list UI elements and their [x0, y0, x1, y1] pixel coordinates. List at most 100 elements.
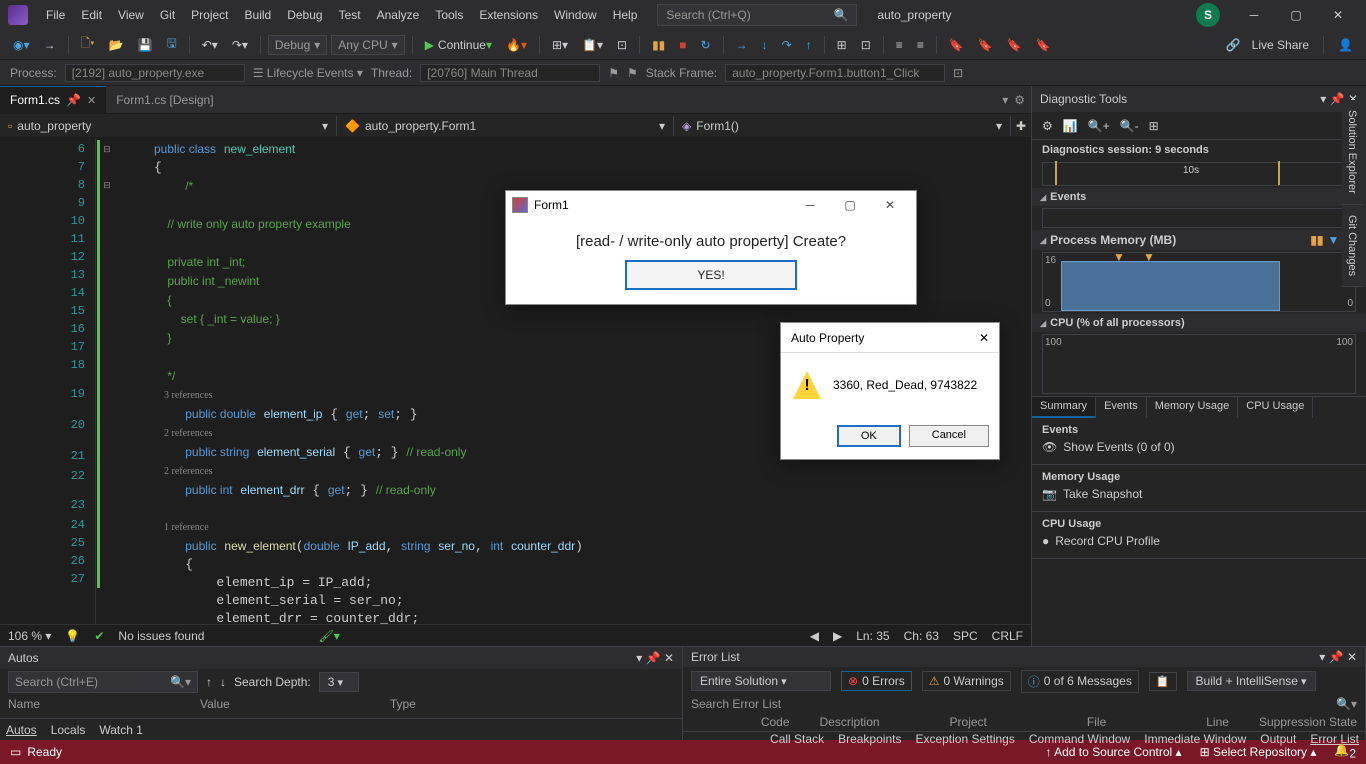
- add-source-control-button[interactable]: ↑ Add to Source Control ▴: [1045, 745, 1181, 759]
- menu-git[interactable]: Git: [152, 4, 183, 26]
- scope-dropdown[interactable]: Entire Solution ▾: [691, 671, 831, 691]
- watch1-tab[interactable]: Watch 1: [99, 723, 143, 737]
- redo-icon[interactable]: ↷▾: [227, 35, 253, 55]
- issues-text[interactable]: No issues found: [118, 629, 204, 643]
- nav-namespace[interactable]: ▫auto_property▾: [0, 116, 337, 136]
- menu-help[interactable]: Help: [605, 4, 646, 26]
- toolbar-icon-3[interactable]: ⊡: [612, 35, 632, 55]
- autos-tab[interactable]: Autos: [6, 723, 37, 737]
- autos-search-input[interactable]: Search (Ctrl+E)🔍▾: [8, 671, 198, 693]
- flag2-icon[interactable]: ⚑: [627, 66, 638, 80]
- reset-view-icon[interactable]: ⊞: [1149, 119, 1159, 133]
- menu-build[interactable]: Build: [237, 4, 280, 26]
- nav-method[interactable]: ◈Form1()▾: [674, 116, 1011, 136]
- form1-minimize-button[interactable]: ─: [790, 193, 830, 217]
- diag-tab-memory[interactable]: Memory Usage: [1147, 397, 1239, 418]
- thread-dropdown[interactable]: [20760] Main Thread: [420, 64, 600, 82]
- fold-icon[interactable]: ⊟: [100, 140, 114, 158]
- zoom-out-icon[interactable]: 🔍-: [1120, 119, 1139, 133]
- menu-file[interactable]: File: [38, 4, 73, 26]
- flag-icon[interactable]: ⚑: [608, 66, 619, 80]
- select-tools-icon[interactable]: 📊: [1063, 119, 1078, 133]
- continue-button[interactable]: ▶ Continue ▾: [420, 35, 497, 55]
- step-out-icon[interactable]: ↑: [801, 35, 817, 55]
- spc-indicator[interactable]: SPC: [953, 629, 978, 643]
- form1-yes-button[interactable]: YES!: [625, 260, 796, 290]
- user-avatar[interactable]: S: [1196, 3, 1220, 27]
- platform-dropdown[interactable]: Any CPU▾: [331, 35, 404, 55]
- zoom-in-icon[interactable]: 🔍+: [1088, 119, 1110, 133]
- tb-extra-1-icon[interactable]: ⊞: [832, 35, 852, 55]
- locals-tab[interactable]: Locals: [51, 723, 86, 737]
- db-extra-icon[interactable]: ⊡: [953, 66, 963, 80]
- stackframe-dropdown[interactable]: auto_property.Form1.button1_Click: [725, 64, 945, 82]
- brush-icon[interactable]: 🖌▾: [318, 629, 339, 643]
- messages-filter[interactable]: ⓘ0 of 6 Messages: [1021, 670, 1139, 693]
- toolbar-icon-2[interactable]: 📋▾: [577, 35, 608, 55]
- menu-debug[interactable]: Debug: [279, 4, 330, 26]
- config-dropdown[interactable]: Debug▾: [268, 35, 327, 55]
- warnings-filter[interactable]: ⚠0 Warnings: [922, 671, 1011, 691]
- tb-outdent-icon[interactable]: ≡: [912, 35, 929, 55]
- menu-window[interactable]: Window: [546, 4, 605, 26]
- menu-project[interactable]: Project: [183, 4, 236, 26]
- menu-view[interactable]: View: [110, 4, 152, 26]
- tab-gear-icon[interactable]: ⚙: [1014, 93, 1025, 107]
- undo-icon[interactable]: ↶▾: [197, 35, 223, 55]
- step-into-icon[interactable]: ↓: [757, 35, 773, 55]
- save-icon[interactable]: 💾: [133, 35, 158, 55]
- step-next-icon[interactable]: →: [731, 35, 753, 55]
- notifications-icon[interactable]: 🔔2: [1334, 743, 1356, 760]
- git-changes-tab[interactable]: Git Changes: [1342, 205, 1362, 287]
- pin-icon[interactable]: 📌: [1329, 650, 1344, 664]
- exception-tab[interactable]: Exception Settings: [915, 732, 1014, 746]
- dropdown-icon[interactable]: ▾: [1320, 92, 1326, 106]
- gear-icon[interactable]: ⚙: [1042, 119, 1053, 133]
- close-icon[interactable]: ✕: [664, 651, 674, 665]
- menu-tools[interactable]: Tools: [427, 4, 471, 26]
- diag-tab-cpu[interactable]: CPU Usage: [1238, 397, 1313, 418]
- diag-tab-events[interactable]: Events: [1096, 397, 1147, 418]
- new-item-icon[interactable]: 🗋▾: [76, 31, 100, 58]
- tab-form1-design[interactable]: Form1.cs [Design]: [106, 86, 223, 113]
- crlf-indicator[interactable]: CRLF: [992, 629, 1023, 643]
- build-dropdown[interactable]: Build + IntelliSense ▾: [1187, 671, 1316, 691]
- close-button[interactable]: ✕: [1318, 1, 1358, 29]
- hot-reload-icon[interactable]: 🔥▾: [501, 35, 532, 55]
- tb-bm3-icon[interactable]: 🔖: [1002, 35, 1027, 55]
- zoom-dropdown[interactable]: 106 % ▾: [8, 629, 51, 643]
- tb-bookmark-icon[interactable]: 🔖: [944, 35, 969, 55]
- stop-icon[interactable]: ■: [674, 35, 691, 55]
- fold-icon[interactable]: ⊟: [100, 176, 114, 194]
- process-dropdown[interactable]: [2192] auto_property.exe: [65, 64, 245, 82]
- step-over-icon[interactable]: ↷: [777, 35, 797, 55]
- back-nav-icon[interactable]: ◉▾: [8, 35, 35, 55]
- build-filter-icon[interactable]: 📋: [1149, 672, 1177, 691]
- open-icon[interactable]: 📂: [104, 35, 129, 55]
- nav-class[interactable]: 🔶auto_property.Form1▾: [337, 116, 674, 136]
- form1-titlebar[interactable]: Form1 ─ ▢ ✕: [506, 191, 916, 219]
- maximize-button[interactable]: ▢: [1276, 1, 1316, 29]
- take-snapshot-link[interactable]: 📷Take Snapshot: [1042, 483, 1356, 505]
- error-search-input[interactable]: Search Error List: [691, 697, 781, 711]
- menu-edit[interactable]: Edit: [73, 4, 110, 26]
- restart-icon[interactable]: ↻: [696, 35, 716, 55]
- autoprop-close-button[interactable]: ✕: [979, 331, 989, 345]
- forward-nav-icon[interactable]: →: [39, 35, 61, 55]
- menu-test[interactable]: Test: [331, 4, 369, 26]
- tab-dropdown-icon[interactable]: ▾: [1002, 93, 1008, 107]
- errors-filter[interactable]: ⊗0 Errors: [841, 671, 912, 691]
- minimize-button[interactable]: ─: [1234, 1, 1274, 29]
- events-section-header[interactable]: Events: [1032, 188, 1366, 206]
- save-all-icon[interactable]: 🖫: [162, 31, 182, 58]
- up-icon[interactable]: ↑: [206, 675, 212, 689]
- select-repo-button[interactable]: ⊞ Select Repository ▴: [1200, 745, 1317, 759]
- scroll-right-icon[interactable]: ▶: [833, 629, 842, 643]
- admin-icon[interactable]: 👤: [1333, 35, 1358, 55]
- tb-indent-icon[interactable]: ≡: [891, 35, 908, 55]
- autoprop-titlebar[interactable]: Auto Property ✕: [781, 323, 999, 353]
- autoprop-cancel-button[interactable]: Cancel: [909, 425, 989, 447]
- menu-analyze[interactable]: Analyze: [369, 4, 428, 26]
- dropdown-icon[interactable]: ▾: [1319, 650, 1325, 664]
- toolbar-icon-1[interactable]: ⊞▾: [547, 35, 573, 55]
